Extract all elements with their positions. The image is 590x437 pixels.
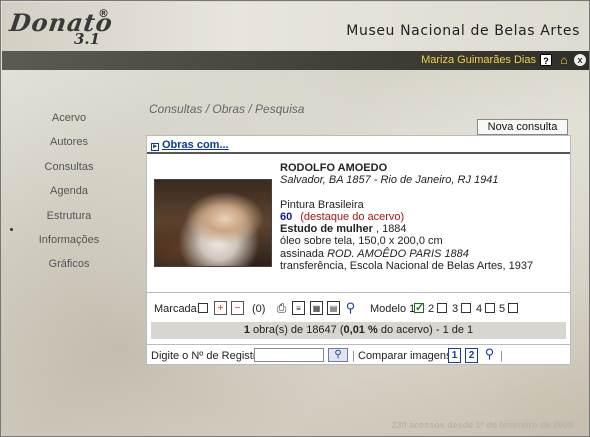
artist-name[interactable]: RODOLFO AMOEDO [280, 162, 565, 174]
new-query-button[interactable]: Nova consulta [477, 119, 568, 135]
remove-marked-icon[interactable]: − [231, 301, 244, 315]
results-panel: ▸ Obras com... RODOLFO AMOEDO Salvador, B… [146, 135, 571, 365]
highlight-label: (destaque do acervo) [300, 210, 405, 223]
register-label: Digite o Nº de Registro: [151, 350, 266, 362]
separator-end: | [500, 350, 503, 362]
artist-birth-death: Salvador, BA 1857 - Rio de Janeiro, RJ 1… [280, 174, 499, 187]
model-5-label: 5 [499, 303, 506, 315]
sidebar-item-estrutura[interactable]: Estrutura [19, 209, 119, 233]
sidebar-item-autores[interactable]: Autores [19, 135, 119, 159]
artwork-title[interactable]: Estudo de mulher [280, 223, 373, 235]
model-4-label: 4 [476, 303, 483, 315]
obras-com-label: Obras com... [162, 139, 229, 151]
modelo-label: Modelo 1 [370, 303, 416, 315]
compare-2-icon[interactable]: 2 [465, 348, 478, 363]
home-icon[interactable]: ⌂ [558, 54, 570, 66]
close-icon[interactable]: x [574, 54, 586, 66]
compare-1-icon[interactable]: 1 [448, 348, 461, 363]
model-3-label: 3 [452, 303, 459, 315]
username: Mariza Guimarães Dias [421, 54, 536, 66]
compare-search-icon[interactable]: ⚲ [483, 347, 496, 361]
register-input[interactable] [254, 348, 324, 362]
model-4-checkbox[interactable] [485, 303, 495, 313]
sidebar-item-consultas[interactable]: Consultas [19, 160, 119, 184]
register-row: Digite o Nº de Registro: ⚲ | Comparar im… [147, 344, 570, 364]
marcada-checkbox[interactable] [198, 303, 208, 313]
panel-header: ▸ Obras com... [147, 136, 570, 154]
access-counter: 230 acessos desde 1º de fevereiro de 200… [391, 420, 573, 430]
sidebar-item-informacoes[interactable]: Informações [19, 233, 119, 257]
result-count-percent: 0,01 % [343, 324, 378, 336]
signature-prefix: assinada [280, 247, 328, 260]
sidebar-item-agenda[interactable]: Agenda [19, 184, 119, 208]
signature: ROD. AMOÊDO PARIS 1884 [327, 247, 469, 260]
report-detailed-icon[interactable]: ▦ [310, 301, 323, 315]
artwork-year: , 1884 [372, 223, 407, 236]
add-marked-icon[interactable]: + [214, 301, 227, 315]
app-window: Donato ® 3.1 Museu Nacional de Belas Art… [0, 0, 590, 437]
sidebar-item-acervo[interactable]: Acervo [19, 111, 119, 135]
result-count: 1 obra(s) de 18647 (0,01 % do acervo) - … [151, 322, 566, 339]
result-count-middle: obra(s) de 18647 ( [249, 324, 344, 336]
result-count-suffix: do acervo) - 1 de 1 [377, 324, 474, 336]
record-info: RODOLFO AMOEDO Salvador, BA 1857 - Rio d… [280, 162, 565, 272]
breadcrumb: Consultas / Obras / Pesquisa [149, 102, 305, 116]
report-icon[interactable]: ≡ [292, 301, 305, 315]
model-2-checkbox[interactable] [437, 303, 447, 313]
marcada-label: Marcada: [154, 303, 200, 315]
logo-version: 3.1 [74, 30, 101, 48]
acquisition: transferência, Escola Nacional de Belas … [280, 260, 534, 273]
model-1-checkbox[interactable] [414, 301, 424, 314]
user-bar: Mariza Guimarães Dias ? ⌂ x [2, 51, 589, 70]
expand-icon: ▸ [151, 143, 159, 151]
model-3-checkbox[interactable] [461, 303, 471, 313]
record-toolbar: Marcada: + − (0) ⎙ ≡ ▦ ▤ ⚲ Modelo 1 2 3 … [147, 292, 570, 322]
report-full-icon[interactable]: ▤ [327, 301, 340, 315]
register-search-icon[interactable]: ⚲ [328, 348, 348, 362]
sidebar: Acervo Autores Consultas Agenda Estrutur… [19, 111, 119, 282]
school: Pintura Brasileira [280, 198, 364, 211]
compare-label: Comparar imagens: [358, 350, 455, 362]
obras-com-link[interactable]: ▸ Obras com... [151, 139, 229, 151]
record-number: 60 [280, 210, 293, 223]
search-icon[interactable]: ⚲ [344, 301, 357, 315]
technique: óleo sobre tela, 150,0 x 200,0 cm [280, 235, 443, 248]
artwork-thumbnail[interactable] [154, 179, 272, 267]
logo-registered-mark: ® [98, 7, 109, 20]
model-5-checkbox[interactable] [508, 303, 518, 313]
model-2-label: 2 [428, 303, 435, 315]
print-icon[interactable]: ⎙ [275, 301, 288, 315]
sidebar-item-graficos[interactable]: Gráficos [19, 257, 119, 281]
help-icon[interactable]: ? [540, 54, 552, 66]
marked-count: (0) [252, 303, 266, 315]
sidebar-bullet [10, 228, 13, 231]
separator: | [352, 350, 355, 362]
header: Donato ® 3.1 Museu Nacional de Belas Art… [2, 2, 589, 51]
museum-title: Museu Nacional de Belas Artes [346, 23, 580, 39]
